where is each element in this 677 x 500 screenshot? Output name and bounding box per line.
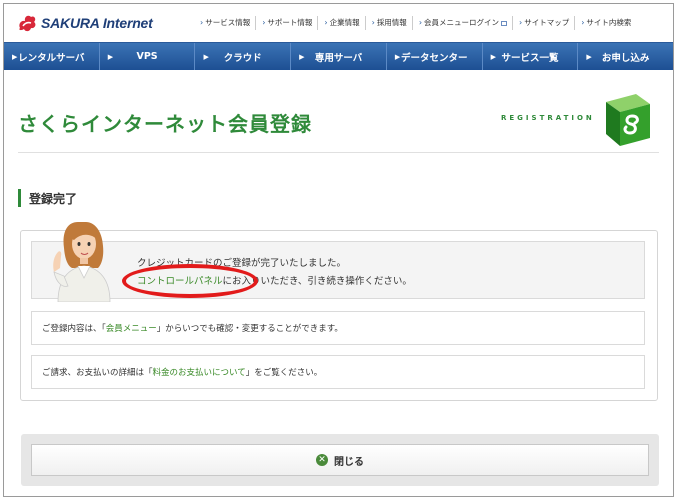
nav-item-cloud[interactable]: ▶ クラウド [195, 43, 292, 70]
toplink-support-info[interactable]: サポート情報 [256, 16, 319, 30]
top-links: サービス情報 サポート情報 企業情報 採用情報 会員メニューログイン サイトマッ… [194, 16, 636, 30]
sakura-logo[interactable]: SAKURA Internet [16, 11, 153, 35]
section-title: 登録完了 [29, 191, 78, 206]
toplink-recruit-info[interactable]: 採用情報 [366, 16, 413, 30]
section-accent-bar [18, 189, 21, 207]
nav-item-label: お申し込み [601, 52, 650, 64]
nav-arrow-icon: ▶ [586, 52, 592, 61]
info2-suffix: 」をご覧ください。 [245, 368, 323, 378]
nav-item-service-list[interactable]: ▶ サービス一覧 [483, 43, 579, 70]
nav-item-label: データセンター [400, 52, 468, 64]
sakura-logo-icon [19, 15, 36, 32]
nav-item-vps[interactable]: ▶ VPS [100, 43, 196, 70]
nav-arrow-icon: ▶ [490, 52, 496, 61]
registration-label: REGISTRATION [501, 114, 595, 122]
title-area: さくらインターネット会員登録 REGISTRATION [4, 70, 673, 158]
toplink-company-info[interactable]: 企業情報 [318, 16, 366, 30]
nav-arrow-icon: ▶ [299, 52, 305, 61]
nav-item-rental-server[interactable]: ▶ レンタルサーバ [4, 43, 100, 70]
external-window-icon [501, 20, 508, 26]
toplink-service-info[interactable]: サービス情報 [194, 16, 257, 30]
green-cube-icon [606, 94, 650, 146]
payment-info-link[interactable]: 料金のお支払いについて [153, 366, 246, 378]
nav-arrow-icon: ▶ [394, 52, 401, 61]
nav-item-label: クラウド [223, 52, 262, 64]
page-frame: SAKURA Internet サービス情報 サポート情報 企業情報 採用情報 … [3, 3, 674, 497]
close-button-label: 閉じる [334, 456, 364, 468]
nav-item-label: VPS [136, 51, 158, 62]
section-heading: 登録完了 [18, 188, 77, 208]
nav-item-label: 専用サーバ [314, 52, 363, 64]
nav-item-dedicated-server[interactable]: ▶ 専用サーバ [291, 43, 387, 70]
nav-item-datacenter[interactable]: ▶ データセンター [387, 43, 483, 70]
member-menu-info-box: ご登録内容は、「 会員メニュー 」からいつでも確認・変更することができます。 [31, 311, 645, 345]
nav-item-label: レンタルサーバ [18, 52, 85, 64]
payment-info-box: ご請求、お支払いの詳細は「 料金のお支払いについて 」をご覧ください。 [31, 355, 645, 389]
toplink-member-login-label: 会員メニューログイン [424, 18, 500, 27]
nav-item-apply[interactable]: ▶ お申し込み [578, 43, 673, 70]
nav-arrow-icon: ▶ [107, 52, 114, 61]
member-menu-link[interactable]: 会員メニュー [106, 322, 157, 334]
page-title: さくらインターネット会員登録 [18, 112, 312, 136]
toplink-member-login[interactable]: 会員メニューログイン [413, 16, 514, 30]
close-button[interactable]: ✕ 閉じる [31, 444, 649, 476]
nav-arrow-icon: ▶ [12, 52, 18, 61]
close-area: ✕ 閉じる [21, 434, 659, 486]
logo-text: SAKURA Internet [41, 15, 153, 31]
nav-arrow-icon: ▶ [203, 52, 209, 61]
toplink-sitemap[interactable]: サイトマップ [513, 16, 576, 30]
info1-prefix: ご登録内容は、「 [42, 324, 106, 334]
support-staff-illustration [53, 222, 111, 302]
title-divider [18, 152, 659, 153]
site-header: SAKURA Internet サービス情報 サポート情報 企業情報 採用情報 … [4, 4, 673, 42]
toplink-site-search[interactable]: サイト内検索 [575, 16, 636, 30]
close-circle-icon: ✕ [316, 454, 328, 466]
info1-suffix: 」からいつでも確認・変更することができます。 [156, 324, 343, 334]
info2-prefix: ご請求、お支払いの詳細は「 [42, 368, 153, 378]
nav-item-label: サービス一覧 [501, 52, 559, 64]
main-nav: ▶ レンタルサーバ ▶ VPS ▶ クラウド ▶ 専用サーバ ▶ データセンター ▶ サービ… [4, 42, 673, 70]
highlight-annotation-oval [122, 264, 258, 298]
